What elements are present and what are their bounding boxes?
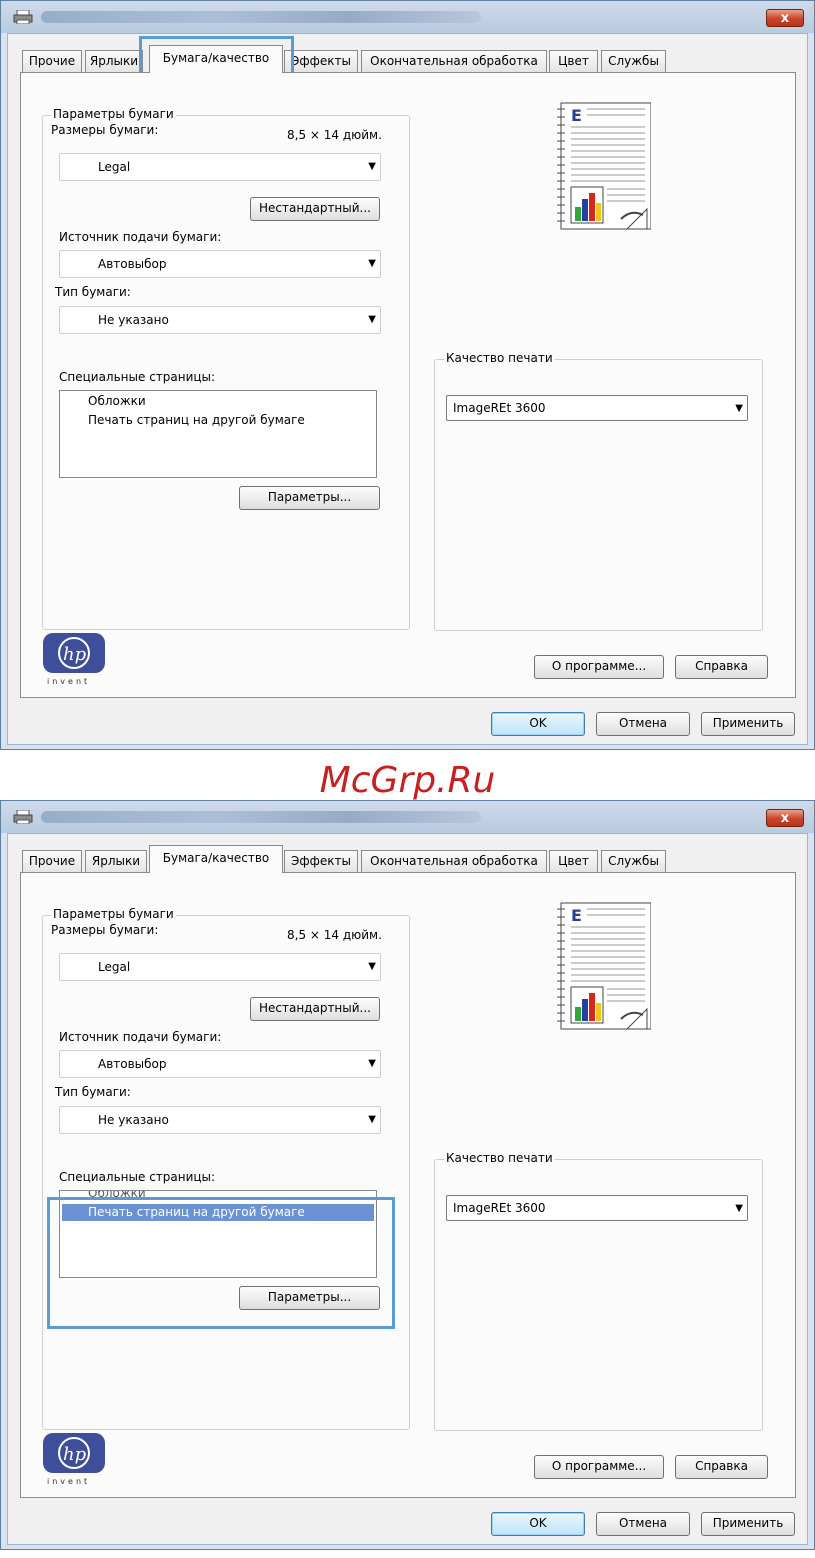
apply-button[interactable]: Применить <box>701 1512 795 1536</box>
hp-invent-text: invent <box>47 677 91 686</box>
about-button[interactable]: О программе... <box>534 655 664 679</box>
paper-type-label: Тип бумаги: <box>55 285 131 299</box>
paper-options-legend: Параметры бумаги <box>51 107 176 121</box>
paper-size-select[interactable]: Legal ▼ <box>59 953 381 981</box>
cancel-button[interactable]: Отмена <box>596 1512 690 1536</box>
paper-size-select-value: Legal <box>98 160 131 174</box>
title-bar: x <box>1 1 814 33</box>
paper-source-select-value: Автовыбор <box>98 1057 167 1071</box>
paper-type-select[interactable]: Не указано ▼ <box>59 306 381 334</box>
window-title <box>41 11 481 23</box>
paper-source-label: Источник подачи бумаги: <box>59 230 222 244</box>
special-pages-highlight-frame <box>47 1197 395 1329</box>
tab-other[interactable]: Прочие <box>22 850 82 872</box>
ok-button[interactable]: OK <box>491 1512 585 1536</box>
printer-icon <box>13 10 33 24</box>
paper-size-select-value: Legal <box>98 960 131 974</box>
paper-size-label: Размеры бумаги: <box>51 923 159 937</box>
svg-text:E: E <box>571 106 582 125</box>
tab-effects[interactable]: Эффекты <box>284 850 358 872</box>
paper-source-label: Источник подачи бумаги: <box>59 1030 222 1044</box>
tab-shortcuts[interactable]: Ярлыки <box>85 850 147 872</box>
svg-text:hp: hp <box>63 644 87 665</box>
tab-finishing[interactable]: Окончательная обработка <box>361 850 547 872</box>
apply-button[interactable]: Применить <box>701 712 795 736</box>
tab-panel: Параметры бумаги Размеры бумаги: 8,5 × 1… <box>20 72 796 698</box>
svg-text:E: E <box>571 906 582 925</box>
hp-logo-icon: hp <box>58 1437 90 1469</box>
chevron-down-icon: ▼ <box>368 161 376 172</box>
tab-services[interactable]: Службы <box>601 850 666 872</box>
page-preview-icon: E <box>557 902 651 1030</box>
list-item-covers[interactable]: Обложки <box>62 393 374 410</box>
printer-icon <box>13 810 33 824</box>
paper-type-label: Тип бумаги: <box>55 1085 131 1099</box>
tab-effects[interactable]: Эффекты <box>284 50 358 72</box>
close-button[interactable]: x <box>766 809 804 827</box>
print-quality-select-value: ImageREt 3600 <box>453 401 546 415</box>
tab-paper-quality[interactable]: Бумага/качество <box>149 845 283 873</box>
custom-size-button[interactable]: Нестандартный... <box>250 197 380 221</box>
ok-button[interactable]: OK <box>491 712 585 736</box>
tab-paper-quality[interactable]: Бумага/качество <box>149 45 283 73</box>
chevron-down-icon: ▼ <box>368 1114 376 1125</box>
tab-services[interactable]: Службы <box>601 50 666 72</box>
paper-source-select[interactable]: Автовыбор ▼ <box>59 1050 381 1078</box>
print-quality-select[interactable]: ImageREt 3600 ▼ <box>446 395 748 421</box>
print-quality-legend: Качество печати <box>444 1151 555 1165</box>
chevron-down-icon: ▼ <box>735 1203 743 1214</box>
chevron-down-icon: ▼ <box>368 314 376 325</box>
tab-finishing[interactable]: Окончательная обработка <box>361 50 547 72</box>
print-quality-select[interactable]: ImageREt 3600 ▼ <box>446 1195 748 1221</box>
paper-size-select[interactable]: Legal ▼ <box>59 153 381 181</box>
window-title <box>41 811 481 823</box>
custom-size-button[interactable]: Нестандартный... <box>250 997 380 1021</box>
hp-invent-text: invent <box>47 1477 91 1486</box>
tab-panel: Параметры бумаги Размеры бумаги: 8,5 × 1… <box>20 872 796 1498</box>
paper-source-select[interactable]: Автовыбор ▼ <box>59 250 381 278</box>
print-quality-legend: Качество печати <box>444 351 555 365</box>
svg-text:hp: hp <box>63 1444 87 1465</box>
paper-source-select-value: Автовыбор <box>98 257 167 271</box>
title-bar: x <box>1 801 814 833</box>
special-pages-label: Специальные страницы: <box>59 370 216 384</box>
tab-color[interactable]: Цвет <box>549 850 598 872</box>
special-pages-params-button[interactable]: Параметры... <box>239 486 380 510</box>
paper-type-select[interactable]: Не указано ▼ <box>59 1106 381 1134</box>
cancel-button[interactable]: Отмена <box>596 712 690 736</box>
close-button[interactable]: x <box>766 9 804 27</box>
chevron-down-icon: ▼ <box>735 403 743 414</box>
paper-size-label: Размеры бумаги: <box>51 123 159 137</box>
help-button[interactable]: Справка <box>675 655 768 679</box>
chevron-down-icon: ▼ <box>368 1058 376 1069</box>
tab-other[interactable]: Прочие <box>22 50 82 72</box>
hp-logo-icon: hp <box>58 637 90 669</box>
list-item-print-pages-different-paper[interactable]: Печать страниц на другой бумаге <box>62 412 374 429</box>
chevron-down-icon: ▼ <box>368 961 376 972</box>
paper-options-legend: Параметры бумаги <box>51 907 176 921</box>
paper-type-select-value: Не указано <box>98 1113 169 1127</box>
paper-size-value: 8,5 × 14 дюйм. <box>287 128 382 142</box>
chevron-down-icon: ▼ <box>368 258 376 269</box>
paper-type-select-value: Не указано <box>98 313 169 327</box>
print-quality-select-value: ImageREt 3600 <box>453 1201 546 1215</box>
page-preview-icon: E <box>557 102 651 230</box>
tab-color[interactable]: Цвет <box>549 50 598 72</box>
about-button[interactable]: О программе... <box>534 1455 664 1479</box>
special-pages-list[interactable]: Обложки Печать страниц на другой бумаге <box>59 390 377 478</box>
hp-logo: hp <box>43 633 105 673</box>
paper-size-value: 8,5 × 14 дюйм. <box>287 928 382 942</box>
help-button[interactable]: Справка <box>675 1455 768 1479</box>
watermark-text: McGrp.Ru <box>319 760 496 801</box>
tab-shortcuts[interactable]: Ярлыки <box>85 50 143 72</box>
hp-logo: hp <box>43 1433 105 1473</box>
special-pages-label: Специальные страницы: <box>59 1170 216 1184</box>
